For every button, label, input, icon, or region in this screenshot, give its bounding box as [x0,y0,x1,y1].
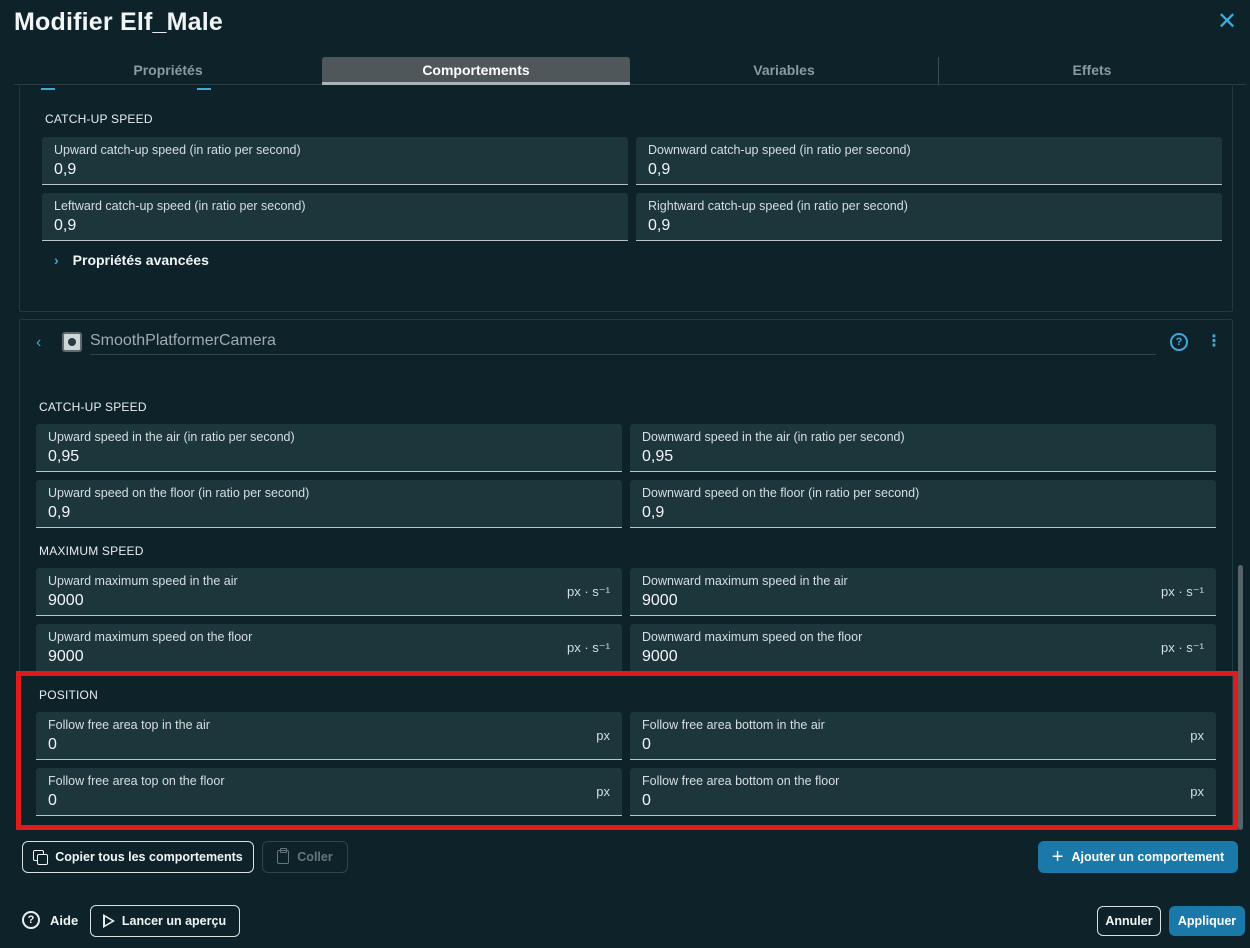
chevron-left-icon[interactable]: ‹ [36,334,41,352]
upward-max-speed-floor-field[interactable]: Upward maximum speed on the floor 9000 p… [36,624,622,672]
upward-max-speed-air-field[interactable]: Upward maximum speed in the air 9000 px … [36,568,622,616]
downward-max-speed-air-field[interactable]: Downward maximum speed in the air 9000 p… [630,568,1216,616]
more-vertical-icon[interactable]: ⋮ [1206,331,1222,351]
field-value[interactable]: 0,9 [648,217,670,235]
field-label: Rightward catch-up speed (in ratio per s… [648,199,908,213]
behavior-header: ‹ SmoothPlatformerCamera ? ⋮ [36,332,1236,358]
field-value[interactable]: 0,9 [648,161,670,179]
field-value[interactable]: 9000 [642,648,678,666]
dialog-title: Modifier Elf_Male [14,8,223,36]
field-value[interactable]: 0,9 [54,161,76,179]
upward-speed-floor-field[interactable]: Upward speed on the floor (in ratio per … [36,480,622,528]
upward-speed-air-field[interactable]: Upward speed in the air (in ratio per se… [36,424,622,472]
field-label: Downward maximum speed in the air [642,574,848,588]
paste-label: Coller [297,850,333,864]
copy-all-behaviors-button[interactable]: Copier tous les comportements [22,841,254,873]
section-label: MAXIMUM SPEED [39,544,144,558]
field-label: Downward speed on the floor (in ratio pe… [642,486,920,500]
tab-variables[interactable]: Variables [630,57,938,85]
highlight-box [16,671,1238,830]
clipboard-icon [277,848,290,864]
camera-behavior-icon [62,332,82,352]
downward-speed-air-field[interactable]: Downward speed in the air (in ratio per … [630,424,1216,472]
chevron-right-icon: › [54,252,59,268]
advanced-properties-label: Propriétés avancées [72,252,209,268]
field-value[interactable]: 9000 [48,592,84,610]
field-label: Upward maximum speed in the air [48,574,238,588]
unit-label: px · s⁻¹ [1161,640,1204,655]
field-label: Upward speed on the floor (in ratio per … [48,486,310,500]
launch-preview-button[interactable]: Lancer un aperçu [90,905,240,937]
add-behavior-button[interactable]: + Ajouter un comportement [1038,841,1238,873]
behavior-card-previous: CATCH-UP SPEED Upward catch-up speed (in… [19,86,1233,312]
advanced-properties-toggle[interactable]: › Propriétés avancées [54,252,209,268]
rightward-catchup-field[interactable]: Rightward catch-up speed (in ratio per s… [636,193,1222,241]
apply-button[interactable]: Appliquer [1169,906,1245,936]
plus-icon: + [1051,846,1064,868]
field-label: Downward maximum speed on the floor [642,630,863,644]
field-label: Upward maximum speed on the floor [48,630,253,644]
field-value[interactable]: 0,9 [54,217,76,235]
field-value[interactable]: 9000 [48,648,84,666]
cancel-button[interactable]: Annuler [1097,906,1161,936]
downward-max-speed-floor-field[interactable]: Downward maximum speed on the floor 9000… [630,624,1216,672]
help-icon[interactable]: ? [1170,333,1188,351]
downward-catchup-field[interactable]: Downward catch-up speed (in ratio per se… [636,137,1222,185]
copy-all-label: Copier tous les comportements [55,850,243,864]
leftward-catchup-field[interactable]: Leftward catch-up speed (in ratio per se… [42,193,628,241]
field-label: Upward speed in the air (in ratio per se… [48,430,295,444]
help-button[interactable]: ? Aide [22,911,78,929]
help-circle-icon: ? [22,911,40,929]
unit-label: px · s⁻¹ [567,640,610,655]
unit-label: px · s⁻¹ [1161,584,1204,599]
field-value[interactable]: 0,9 [642,504,664,522]
unit-label: px · s⁻¹ [567,584,610,599]
copy-icon [33,850,49,865]
tab-effects[interactable]: Effets [938,57,1246,85]
field-label: Leftward catch-up speed (in ratio per se… [54,199,306,213]
section-label: CATCH-UP SPEED [45,112,153,126]
play-icon [102,914,115,928]
field-value[interactable]: 9000 [642,592,678,610]
field-label: Downward catch-up speed (in ratio per se… [648,143,911,157]
tab-behaviors[interactable]: Comportements [322,57,630,85]
field-value[interactable]: 0,95 [48,448,79,466]
field-value[interactable]: 0,95 [642,448,673,466]
behavior-name-input[interactable]: SmoothPlatformerCamera [90,332,1156,355]
field-label: Downward speed in the air (in ratio per … [642,430,905,444]
preview-label: Lancer un aperçu [121,914,227,928]
tab-bar: Propriétés Comportements Variables Effet… [14,57,1246,85]
field-label: Upward catch-up speed (in ratio per seco… [54,143,301,157]
scrollbar-thumb[interactable] [1238,565,1243,830]
upward-catchup-field[interactable]: Upward catch-up speed (in ratio per seco… [42,137,628,185]
section-label: CATCH-UP SPEED [39,400,147,414]
add-behavior-label: Ajouter un comportement [1071,850,1225,864]
field-value[interactable]: 0,9 [48,504,70,522]
tab-properties[interactable]: Propriétés [14,57,322,85]
downward-speed-floor-field[interactable]: Downward speed on the floor (in ratio pe… [630,480,1216,528]
paste-button[interactable]: Coller [262,841,348,873]
close-icon[interactable]: ✕ [1216,10,1238,34]
help-label: Aide [50,912,79,928]
